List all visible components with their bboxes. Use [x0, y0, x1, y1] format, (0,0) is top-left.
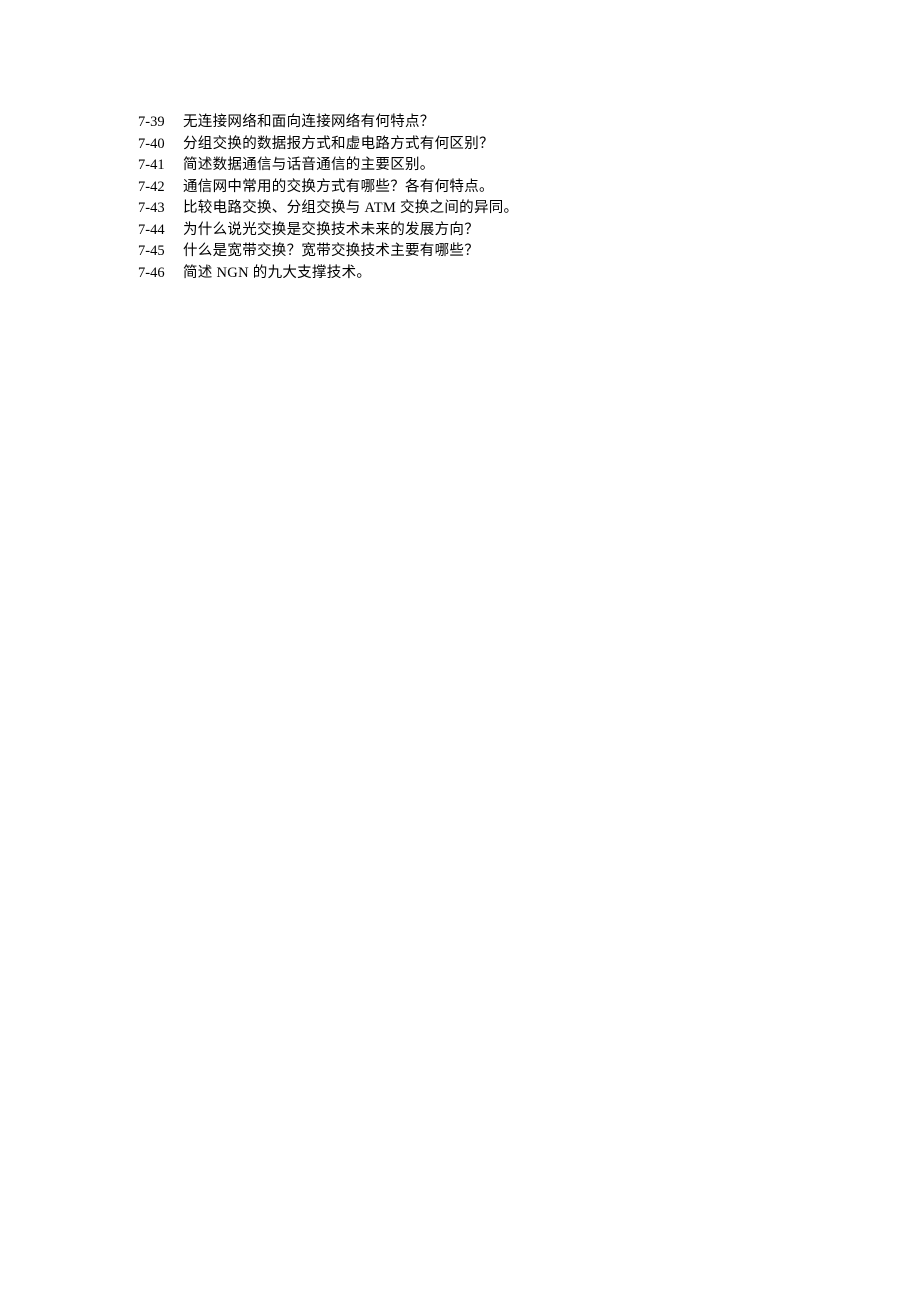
item-text: 简述数据通信与话音通信的主要区别。 — [183, 155, 435, 177]
item-number: 7-43 — [138, 198, 183, 220]
item-number: 7-39 — [138, 112, 183, 134]
item-number: 7-46 — [138, 263, 183, 285]
item-number: 7-44 — [138, 220, 183, 242]
item-number: 7-41 — [138, 155, 183, 177]
item-text: 为什么说光交换是交换技术未来的发展方向？ — [183, 220, 479, 242]
list-item: 7-42 通信网中常用的交换方式有哪些？各有何特点。 — [138, 177, 788, 199]
item-text: 比较电路交换、分组交换与 ATM 交换之间的异同。 — [183, 198, 518, 220]
question-list: 7-39 无连接网络和面向连接网络有何特点？ 7-40 分组交换的数据报方式和虚… — [138, 112, 788, 284]
item-number: 7-45 — [138, 241, 183, 263]
item-text: 通信网中常用的交换方式有哪些？各有何特点。 — [183, 177, 494, 199]
item-number: 7-42 — [138, 177, 183, 199]
item-text: 什么是宽带交换？宽带交换技术主要有哪些？ — [183, 241, 479, 263]
list-item: 7-45 什么是宽带交换？宽带交换技术主要有哪些？ — [138, 241, 788, 263]
list-item: 7-39 无连接网络和面向连接网络有何特点？ — [138, 112, 788, 134]
list-item: 7-43 比较电路交换、分组交换与 ATM 交换之间的异同。 — [138, 198, 788, 220]
list-item: 7-40 分组交换的数据报方式和虚电路方式有何区别？ — [138, 134, 788, 156]
list-item: 7-44 为什么说光交换是交换技术未来的发展方向？ — [138, 220, 788, 242]
list-item: 7-41 简述数据通信与话音通信的主要区别。 — [138, 155, 788, 177]
item-text: 简述 NGN 的九大支撑技术。 — [183, 263, 371, 285]
item-number: 7-40 — [138, 134, 183, 156]
list-item: 7-46 简述 NGN 的九大支撑技术。 — [138, 263, 788, 285]
item-text: 分组交换的数据报方式和虚电路方式有何区别？ — [183, 134, 494, 156]
item-text: 无连接网络和面向连接网络有何特点？ — [183, 112, 435, 134]
